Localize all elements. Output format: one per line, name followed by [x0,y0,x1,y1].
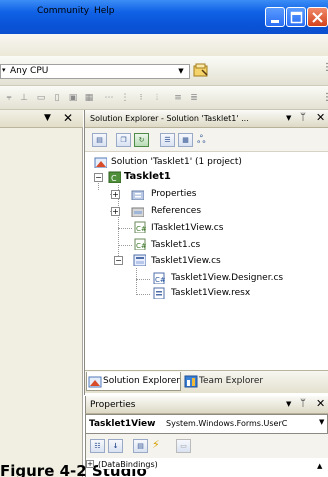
categorized-icon[interactable]: ☷ [90,439,105,453]
auto-hide-pin-icon[interactable]: ᛘ [300,398,306,409]
object-name: Tasklet1View [89,419,156,429]
size-to-grid-icon[interactable]: ▦ [82,92,96,104]
left-window-close-icon[interactable]: ✕ [63,111,73,125]
property-row-databindings[interactable]: (DataBindings) [98,460,158,469]
maximize-button[interactable] [286,7,306,27]
object-type: System.Windows.Forms.UserC [166,419,288,428]
solution-explorer-panel [84,110,328,395]
expand-icon[interactable]: + [86,460,94,468]
make-same-height-icon[interactable]: ▯ [50,92,64,104]
expand-icon[interactable]: + [111,190,120,199]
toolbar-overflow-icon[interactable]: ⋮ [322,62,328,73]
combo-left-arrow-icon: ▾ [2,66,6,74]
svg-text:C#: C# [155,276,165,284]
tree-item-file[interactable]: ITasklet1View.cs [151,223,223,233]
minimize-icon [271,20,279,23]
expand-icon[interactable]: + [111,207,120,216]
find-in-files-icon[interactable] [193,63,209,79]
tree-item-project[interactable]: Tasklet1 [124,171,171,182]
auto-hide-pin-icon[interactable]: ᛘ [300,112,306,123]
properties-view-icon[interactable]: ▤ [133,439,148,453]
tree-item-file[interactable]: Tasklet1.cs [151,240,200,250]
collapse-icon[interactable]: − [94,173,103,182]
solution-explorer-title: Solution Explorer - Solution 'Tasklet1' … [90,114,249,123]
tab-solution-explorer-label: Solution Explorer [103,376,180,386]
align-lefts-icon[interactable]: ⫧ [2,92,16,104]
show-all-files-icon[interactable]: ❐ [116,133,131,147]
alphabetical-sort-icon[interactable]: ↓ [108,439,123,453]
align-bottoms-icon[interactable]: ⊥ [17,92,31,104]
maximize-icon [290,11,303,24]
tab-team-explorer[interactable]: Team Explorer [199,376,263,386]
toolbar2-overflow-icon[interactable]: ⋮ [322,92,328,103]
make-same-width-icon[interactable]: ▭ [34,92,48,104]
menu-community[interactable]: Community [37,6,89,16]
make-same-size-icon[interactable]: ▣ [66,92,80,104]
tree-connector [118,245,132,246]
chevron-down-icon[interactable]: ▼ [319,418,324,426]
solution-icon [94,157,107,168]
collapse-icon[interactable]: − [114,256,123,265]
close-button[interactable] [307,7,328,27]
tree-connector [118,228,132,229]
horizontal-spacing-remove-icon[interactable]: ⦙ [150,92,164,104]
user-control-file-icon [133,254,146,266]
solution-platform-value: Any CPU [10,66,49,76]
properties-button-icon[interactable]: ▤ [92,133,107,147]
tree-item-file[interactable]: Tasklet1View.Designer.cs [171,273,283,283]
tree-item-properties[interactable]: Properties [151,189,196,199]
view-designer-icon[interactable]: ▦ [178,133,193,147]
vertical-spacing-increase-icon[interactable]: ≣ [187,92,201,104]
vertical-spacing-equal-icon[interactable]: ≡ [171,92,185,104]
horizontal-spacing-decrease-icon[interactable]: ⁝ [134,92,148,104]
solution-explorer-tab-icon [88,376,102,388]
tree-item-solution[interactable]: Solution 'Tasklet1' (1 project) [111,157,242,167]
horizontal-spacing-increase-icon[interactable]: ⋮ [118,92,132,104]
csharp-file-icon: C# [134,238,146,250]
resx-file-icon [153,287,165,299]
close-icon [312,12,323,23]
window-position-menu-icon[interactable]: ▼ [286,400,291,408]
menu-help[interactable]: Help [94,6,115,16]
csharp-project-icon: C [108,171,121,183]
tree-connector [136,279,150,280]
tree-item-file[interactable]: Tasklet1View.resx [171,288,250,298]
scroll-up-icon[interactable]: ▲ [317,462,322,470]
events-lightning-icon[interactable]: ⚡ [152,438,160,451]
tree-item-references[interactable]: References [151,206,201,216]
window-position-menu-icon[interactable]: ▼ [286,114,291,122]
left-tool-window [0,110,83,477]
horizontal-spacing-equal-icon[interactable]: ⋯ [102,92,116,104]
menu-bar [0,34,328,56]
tree-connector [136,294,150,295]
properties-folder-icon [131,190,144,200]
csharp-file-icon: C# [134,221,146,233]
csharp-file-icon: C# [153,272,165,284]
chevron-down-icon[interactable]: ▼ [174,65,188,78]
svg-text:C: C [111,174,117,183]
properties-title: Properties [90,400,136,410]
tree-connector [136,268,137,293]
team-explorer-tab-icon [184,375,198,388]
svg-text:C#: C# [136,225,146,233]
view-code-icon[interactable]: ☰ [160,133,175,147]
window-position-dropdown-icon[interactable]: ▼ [44,113,51,123]
minimize-button[interactable] [265,7,285,27]
references-folder-icon [131,207,144,217]
tree-item-file[interactable]: Tasklet1View.cs [151,256,221,266]
refresh-icon[interactable]: ↻ [134,133,149,147]
class-diagram-icon[interactable]: ஃ [197,133,206,148]
properties-close-icon[interactable]: ✕ [316,397,325,410]
property-pages-icon[interactable]: ▭ [176,439,191,453]
solution-explorer-close-icon[interactable]: ✕ [316,111,325,124]
svg-text:C#: C# [136,242,146,250]
